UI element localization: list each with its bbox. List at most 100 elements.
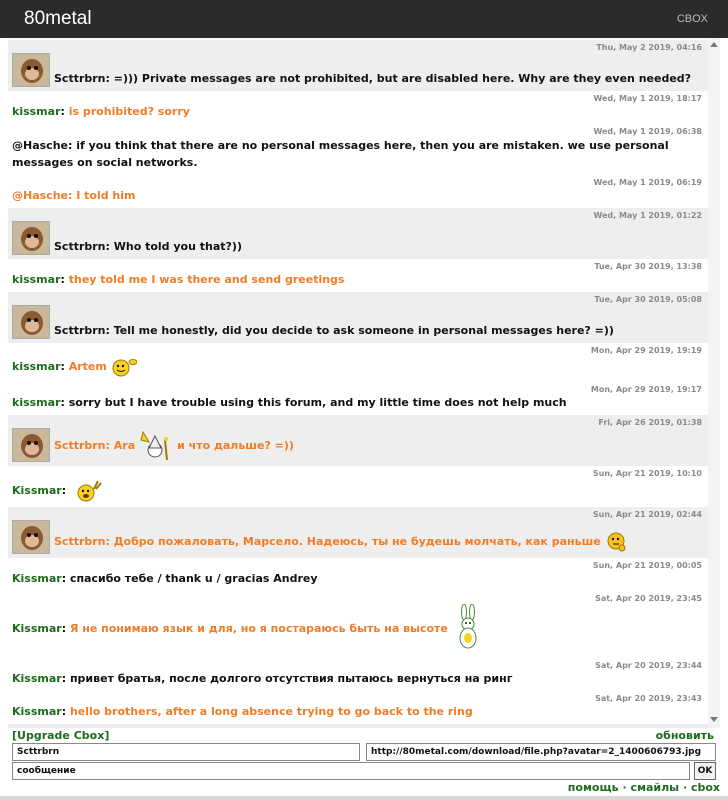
separator: · [679, 781, 691, 794]
rock-smiley-icon [77, 480, 102, 502]
message-text-block: Scttrbrn: =))) Private messages are not … [54, 72, 692, 85]
message-username[interactable]: kissmar [12, 360, 61, 373]
message-row: Sun, Apr 21 2019, 00:05 Kissmar: спасибо … [8, 558, 708, 591]
message-body: Scttrbrn: Ara и что дальше? =)) [12, 428, 704, 462]
message-username[interactable]: Kissmar [12, 572, 62, 585]
message-text: Добро пожаловать, Марсело. Надеюсь, ты н… [113, 535, 601, 548]
wizard-smiley-icon [140, 430, 169, 461]
message-text-block: Kissmar: Я не понимаю язык и для, но я п… [12, 604, 704, 654]
name-field[interactable]: Scttrbrn [12, 743, 360, 761]
message-body: Scttrbrn: Tell me honestly, did you deci… [12, 305, 704, 339]
message-date: Sat, Apr 20 2019, 23:44 [595, 661, 702, 670]
message-date: Sun, Apr 21 2019, 02:44 [592, 510, 702, 519]
message-row: Sat, Apr 20 2019, 23:45 Kissmar: Я не пон… [8, 591, 708, 658]
avatar [12, 520, 50, 554]
message-body: kissmar: they told me I was there and se… [12, 272, 704, 288]
message-row: Wed, May 1 2019, 06:19 @Hasche: I told hi… [8, 175, 708, 208]
message-row: Thu, May 2 2019, 04:16 Scttrbrn: =))) Pri… [8, 40, 708, 91]
scroll-down-icon[interactable] [710, 717, 718, 722]
message-date: Sun, Apr 21 2019, 10:10 [592, 469, 702, 478]
message-username[interactable]: Kissmar [12, 705, 62, 718]
message-date: Tue, Apr 30 2019, 05:08 [594, 295, 702, 304]
avatar [12, 53, 50, 87]
message-body: Scttrbrn: Who told you that?)) [12, 221, 704, 255]
chat-frame: Thu, May 2 2019, 04:16 Scttrbrn: =))) Pri… [8, 38, 720, 728]
cbox-label[interactable]: CBOX [677, 13, 708, 25]
message-body: Scttrbrn: Добро пожаловать, Марсело. Над… [12, 520, 704, 554]
message-text: Ara [113, 439, 136, 452]
message-text-block: kissmar: is prohibited? sorry [12, 105, 190, 118]
message-row: Tue, Apr 30 2019, 13:38 kissmar: they tol… [8, 259, 708, 292]
message-row: Wed, May 1 2019, 18:17 kissmar: is prohib… [8, 91, 708, 124]
message-body: Scttrbrn: =))) Private messages are not … [12, 53, 704, 87]
cbox-link[interactable]: cbox [691, 781, 720, 794]
message-text-continued: и что дальше? =)) [177, 439, 294, 452]
message-date: Mon, Apr 29 2019, 19:19 [590, 346, 702, 355]
message-username[interactable]: Scttrbrn [54, 72, 106, 85]
ok-button[interactable]: OK [694, 762, 716, 780]
message-row: Fri, Apr 26 2019, 01:38 Scttrbrn: Ara и чт… [8, 415, 708, 466]
message-date: Thu, May 2 2019, 04:16 [596, 43, 702, 52]
message-text-block: Scttrbrn: Who told you that?)) [54, 240, 242, 253]
message-row: Tue, Apr 30 2019, 05:08 Scttrbrn: Tell me… [8, 292, 708, 343]
message-text-block: Kissmar: привет братья, после долгого от… [12, 672, 513, 685]
message-text: they told me I was there and send greeti… [68, 273, 345, 286]
message-input[interactable]: сообщение [12, 762, 690, 780]
message-date: Fri, Apr 26 2019, 01:38 [598, 418, 702, 427]
message-body: Kissmar: hello brothers, after a long ab… [12, 704, 704, 720]
scrollbar[interactable] [708, 38, 720, 728]
message-date: Wed, May 1 2019, 06:19 [593, 178, 702, 187]
message-text-block: Scttrbrn: Ara и что дальше? =)) [54, 430, 704, 462]
message-text: Artem [68, 360, 107, 373]
message-text: спасибо тебе / thank u / gracias Andrey [69, 572, 318, 585]
message-username[interactable]: kissmar [12, 396, 61, 409]
message-text-block: kissmar: sorry but I have trouble using … [12, 396, 567, 409]
message-date: Mon, Apr 29 2019, 19:17 [590, 385, 702, 394]
message-row: Sat, Apr 20 2019, 23:43 Kissmar: hello br… [8, 691, 708, 724]
message-text: @Hasche: if you think that there are no … [12, 139, 669, 169]
scroll-up-icon[interactable] [710, 42, 718, 47]
message-text-block: Kissmar: спасибо тебе / thank u / gracia… [12, 572, 318, 585]
message-row: Sun, Apr 21 2019, 02:44 Scttrbrn: Добро п… [8, 507, 708, 558]
message-body: Kissmar: Я не понимаю язык и для, но я п… [12, 604, 704, 654]
title-bar: 80metal CBOX [0, 0, 728, 38]
avatar [12, 221, 50, 255]
message-username[interactable]: Scttrbrn [54, 324, 106, 337]
message-body: Kissmar: спасибо тебе / thank u / gracia… [12, 571, 704, 587]
message-row: Wed, May 1 2019, 06:38 @Hasche: if you th… [8, 124, 708, 175]
message-body: kissmar: Artem [12, 356, 704, 378]
bunny-smiley-icon [459, 604, 477, 649]
help-link[interactable]: помощь [568, 781, 619, 794]
message-text: привет братья, после долгого отсутствия … [69, 672, 513, 685]
message-body: Kissmar: [12, 479, 704, 503]
message-text-block: @Hasche: if you think that there are no … [12, 137, 704, 171]
message-date: Sun, Apr 21 2019, 00:05 [592, 561, 702, 570]
refresh-link[interactable]: обновить [656, 729, 714, 742]
message-text: Who told you that?)) [113, 240, 242, 253]
message-username[interactable]: Kissmar [12, 484, 62, 497]
upgrade-cbox-link[interactable]: [Upgrade Cbox] [12, 729, 109, 742]
smileys-link[interactable]: смайлы [630, 781, 679, 794]
separator: · [618, 781, 631, 794]
message-username[interactable]: kissmar [12, 105, 61, 118]
chat-footer: [Upgrade Cbox] обновить Scttrbrn http://… [0, 728, 728, 800]
message-username[interactable]: Kissmar [12, 672, 62, 685]
message-list: Thu, May 2 2019, 04:16 Scttrbrn: =))) Pri… [8, 40, 708, 728]
message-date: Wed, May 1 2019, 01:22 [593, 211, 702, 220]
message-text: =))) Private messages are not prohibited… [113, 72, 692, 85]
message-body: kissmar: is prohibited? sorry [12, 104, 704, 120]
message-username[interactable]: Kissmar [12, 622, 62, 635]
avatar [12, 428, 50, 462]
bottom-strip [0, 796, 728, 800]
message-username[interactable]: Scttrbrn [54, 535, 106, 548]
message-body: @Hasche: I told him [12, 188, 704, 204]
message-date: Sat, Apr 20 2019, 23:45 [595, 594, 702, 603]
avatar [12, 305, 50, 339]
message-row: Sat, Apr 20 2019, 23:44 Kissmar: привет б… [8, 658, 708, 691]
message-date: Wed, May 1 2019, 18:17 [593, 94, 702, 103]
avatar-url-field[interactable]: http://80metal.com/download/file.php?ava… [366, 743, 716, 761]
message-username[interactable]: Scttrbrn [54, 240, 106, 253]
message-username[interactable]: kissmar [12, 273, 61, 286]
message-text-block: Scttrbrn: Добро пожаловать, Марсело. Над… [54, 530, 704, 554]
message-username[interactable]: Scttrbrn [54, 439, 106, 452]
